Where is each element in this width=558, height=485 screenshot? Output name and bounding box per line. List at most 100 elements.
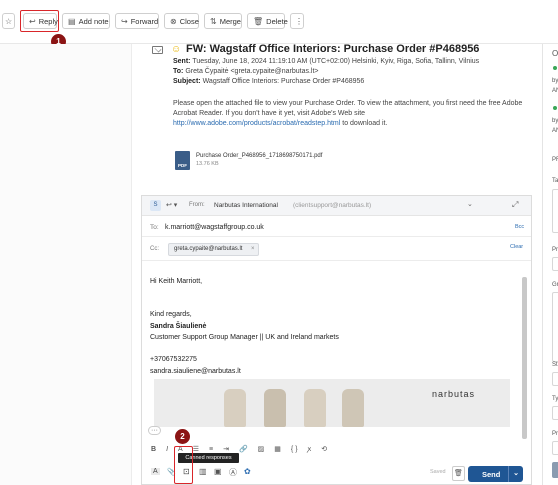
delete-button[interactable]: 🗑 Delete [247, 13, 288, 29]
send-label: Send [482, 470, 501, 479]
panel-label: by [552, 78, 558, 84]
compose-to-value[interactable]: k.marriott@wagstaffgroup.co.uk [165, 224, 264, 231]
panel-label: Ty [552, 396, 558, 402]
canned-responses-highlight [174, 446, 193, 484]
signature-email: sandra.siauliene@narbutas.lt [150, 368, 241, 375]
trash-icon: 🗑 [253, 16, 264, 26]
chevron-down-icon[interactable]: ⌄ [467, 200, 473, 208]
pdf-file-icon: PDF [175, 150, 190, 170]
chair-image [304, 389, 326, 427]
numbered-list-icon[interactable]: ≡ [209, 446, 213, 453]
close-circle-icon: ⊗ [170, 16, 177, 26]
from-email: (clientsupport@narbutas.lt) [293, 202, 372, 209]
panel-label: PR [552, 157, 558, 163]
email-subject-line: Subject: Wagstaff Office Interiors: Purc… [173, 78, 364, 85]
cc-label: Cc: [150, 246, 159, 252]
attachment[interactable]: PDF Purchase Order_P468956_1718698750171… [175, 148, 347, 172]
history-icon[interactable]: ⟲ [321, 445, 327, 453]
panel-label: AN [552, 88, 558, 94]
from-name[interactable]: Narbutas International [214, 202, 278, 209]
product-field[interactable] [552, 441, 558, 455]
subject-label: Subject: [173, 78, 201, 85]
close-label: Close [179, 16, 199, 26]
send-button[interactable]: Send ⌄ [468, 466, 523, 482]
update-button[interactable] [552, 462, 558, 478]
cc-chip-email: greta.cypaite@narbutas.lt [174, 246, 243, 252]
editor-scrollbar[interactable] [522, 277, 527, 439]
bold-icon[interactable]: B [151, 446, 156, 453]
table-icon[interactable]: ▦ [274, 445, 281, 453]
add-note-button[interactable]: ▤ Add note [62, 13, 110, 29]
panel-label: Gr [552, 282, 558, 288]
link-icon[interactable]: 🔗 [239, 445, 248, 453]
adobe-link[interactable]: http://www.adobe.com/products/acrobat/re… [173, 120, 340, 127]
priority-field[interactable] [552, 257, 558, 271]
expand-icon[interactable]: ⤢ [512, 200, 518, 210]
to-row: To: k.marriott@wagstaffgroup.co.uk Bcc [142, 218, 531, 237]
discard-icon[interactable]: 🗑 [452, 466, 465, 481]
type-field[interactable] [552, 406, 558, 420]
cc-chip[interactable]: greta.cypaite@narbutas.lt × [168, 243, 260, 256]
tags-field[interactable] [552, 189, 558, 233]
bullet-list-icon[interactable]: ☰ [193, 445, 199, 453]
attachment-size: 13.76 KB [196, 161, 219, 167]
email-to-line: To: Greta Čypaitė <greta.cypaite@narbuta… [173, 68, 319, 75]
star-icon: ☆ [5, 16, 13, 26]
italic-icon[interactable]: I [166, 446, 168, 453]
more-content-button[interactable]: ··· [148, 426, 161, 435]
panel-label: Pr [552, 431, 558, 437]
envelope-icon [152, 46, 163, 54]
body-link-suffix: to download it. [340, 120, 388, 127]
chip-remove-icon[interactable]: × [251, 244, 255, 255]
step-2-badge: 2 [175, 429, 190, 444]
panel-label: St [552, 362, 558, 368]
compose-to-label: To: [150, 224, 159, 231]
star-button[interactable]: ☆ [2, 13, 15, 29]
compose-footer: A 📎 ⊡ ▥ ▣ Ⓐ ✿ Saved 🗑 Send ⌄ [142, 463, 531, 484]
translate-icon[interactable]: Ⓐ [229, 467, 237, 478]
ai-icon[interactable]: ✿ [244, 467, 251, 476]
ticket-details-panel: O by AN by AN PR Ta Pr Gr St Ty Pr [542, 44, 558, 485]
body-line-2: Acrobat Reader. If you don't have it yet… [173, 110, 366, 117]
close-button[interactable]: ⊗ Close [164, 13, 199, 29]
status-field[interactable] [552, 372, 558, 386]
email-subject: FW: Wagstaff Office Interiors: Purchase … [186, 43, 480, 55]
saved-status: Saved [430, 469, 446, 475]
indent-icon[interactable]: ⇥ [223, 445, 229, 453]
merge-label: Merge [219, 16, 241, 26]
send-options-chevron-icon[interactable]: ⌄ [508, 466, 523, 482]
clear-button[interactable]: Clear [510, 244, 523, 250]
to-label: To: [173, 68, 184, 75]
clear-format-icon[interactable]: ꭗ [308, 445, 312, 454]
email-sent-line: Sent: Tuesday, June 18, 2024 11:19:10 AM… [173, 58, 479, 65]
panel-label: O [552, 49, 558, 58]
code-icon[interactable]: { } [291, 446, 298, 453]
chair-image [342, 389, 364, 427]
forward-button[interactable]: ↪ Forward [115, 13, 159, 29]
smiley-icon: ☺ [171, 44, 182, 55]
from-label: From: [189, 202, 205, 208]
bcc-button[interactable]: Bcc [515, 224, 524, 230]
reply-mode-dropdown[interactable]: ↩ ▾ [166, 201, 177, 209]
reply-highlight [20, 10, 59, 32]
knowledge-base-icon[interactable]: ▥ [199, 467, 207, 476]
image-icon[interactable]: ▨ [258, 445, 265, 453]
signature-title: Customer Support Group Manager || UK and… [150, 334, 339, 341]
image-insert-icon[interactable]: ▣ [214, 467, 222, 476]
merge-icon: ⇅ [210, 16, 217, 26]
compose-mode-icon[interactable]: S [150, 200, 161, 211]
chair-image [264, 389, 286, 427]
merge-button[interactable]: ⇅ Merge [204, 13, 242, 29]
note-icon: ▤ [68, 16, 76, 26]
signature-phone: +37067532275 [150, 356, 197, 363]
greeting: Hi Keith Marriott, [150, 278, 203, 285]
attachment-name: Purchase Order_P468956_1718698750171.pdf [196, 153, 323, 159]
more-button[interactable]: ⋮ [290, 13, 304, 29]
font-icon[interactable]: A [151, 468, 160, 475]
add-note-label: Add note [78, 16, 109, 26]
panel-label: AN [552, 128, 558, 134]
group-field[interactable] [552, 292, 558, 362]
signature-banner: narbutas [154, 379, 510, 427]
panel-label: by [552, 118, 558, 124]
compose-header: S ↩ ▾ From: Narbutas International (clie… [142, 196, 531, 216]
